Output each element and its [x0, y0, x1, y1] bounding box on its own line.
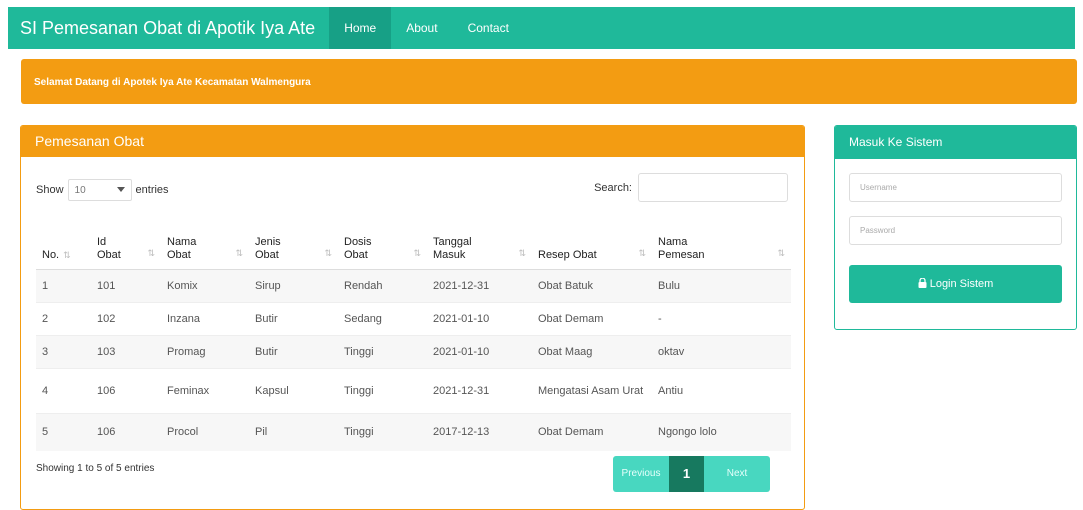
cell-resep-obat: Obat Demam: [532, 413, 652, 451]
cell-id-obat: 102: [91, 302, 161, 336]
nav-about[interactable]: About: [391, 7, 452, 49]
cell-tanggal-masuk: 2021-01-10: [427, 302, 532, 336]
sort-arrows-icon: ⇅: [413, 248, 421, 258]
cell-jenis-obat: Sirup: [249, 269, 338, 303]
navbar: SI Pemesanan Obat di Apotik Iya Ate Home…: [8, 7, 1075, 49]
cell-nama-pemesan: -: [652, 302, 791, 336]
cell-nama-pemesan: oktav: [652, 335, 791, 369]
sort-arrows-icon: ⇅: [777, 248, 785, 258]
cell-no: 5: [36, 413, 91, 451]
cell-nama-obat: Feminax: [161, 368, 249, 414]
cell-no: 4: [36, 368, 91, 414]
username-input[interactable]: Username: [849, 173, 1062, 202]
entries-label: entries: [135, 184, 169, 196]
cell-tanggal-masuk: 2021-12-31: [427, 269, 532, 303]
login-panel-title: Masuk Ke Sistem: [835, 126, 1076, 159]
table-row: 5 106 Procol Pil Tinggi 2017-12-13 Obat …: [36, 413, 791, 451]
cell-nama-pemesan: Ngongo lolo: [652, 413, 791, 451]
table-header-row: No. ⇅ Id Obat ⇅ Nama Obat ⇅ Jenis Obat ⇅ Dos…: [36, 214, 791, 270]
cell-nama-obat: Promag: [161, 335, 249, 369]
cell-resep-obat: Obat Demam: [532, 302, 652, 336]
orders-panel: Pemesanan Obat Show 10 entries Search: N…: [20, 125, 805, 510]
table-info: Showing 1 to 5 of 5 entries: [36, 463, 155, 474]
cell-nama-obat: Komix: [161, 269, 249, 303]
column-header-resep-obat[interactable]: Resep Obat ⇅: [532, 214, 652, 270]
pagination: Previous 1 Next: [613, 456, 770, 492]
column-header-tanggal-masuk[interactable]: Tanggal Masuk ⇅: [427, 214, 532, 270]
table-row: 1 101 Komix Sirup Rendah 2021-12-31 Obat…: [36, 269, 791, 303]
sort-arrows-icon: ⇅: [235, 248, 243, 258]
table-search: Search:: [594, 173, 788, 202]
cell-resep-obat: Obat Maag: [532, 335, 652, 369]
cell-jenis-obat: Butir: [249, 302, 338, 336]
cell-no: 3: [36, 335, 91, 369]
sort-arrows-icon: ⇅: [324, 248, 332, 258]
cell-dosis-obat: Tinggi: [338, 335, 427, 369]
orders-panel-title: Pemesanan Obat: [21, 126, 804, 157]
cell-dosis-obat: Tinggi: [338, 413, 427, 451]
pagination-next[interactable]: Next: [704, 456, 770, 492]
pagination-previous[interactable]: Previous: [613, 456, 669, 492]
lock-icon: [918, 276, 927, 291]
cell-dosis-obat: Rendah: [338, 269, 427, 303]
cell-nama-obat: Procol: [161, 413, 249, 451]
column-header-nama-pemesan[interactable]: Nama Pemesan ⇅: [652, 214, 791, 270]
column-header-id-obat[interactable]: Id Obat ⇅: [91, 214, 161, 270]
column-header-nama-obat[interactable]: Nama Obat ⇅: [161, 214, 249, 270]
sort-arrows-icon: ⇅: [63, 250, 71, 260]
show-label: Show: [36, 184, 64, 196]
sort-arrows-icon: ⇅: [518, 248, 526, 258]
cell-jenis-obat: Butir: [249, 335, 338, 369]
cell-dosis-obat: Sedang: [338, 302, 427, 336]
login-button-label: Login Sistem: [929, 278, 994, 290]
welcome-banner: Selamat Datang di Apotek Iya Ate Kecamat…: [21, 59, 1077, 104]
cell-no: 2: [36, 302, 91, 336]
column-header-no[interactable]: No. ⇅: [36, 214, 91, 270]
cell-id-obat: 101: [91, 269, 161, 303]
cell-jenis-obat: Kapsul: [249, 368, 338, 414]
cell-nama-obat: Inzana: [161, 302, 249, 336]
cell-dosis-obat: Tinggi: [338, 368, 427, 414]
cell-resep-obat: Mengatasi Asam Urat: [532, 368, 652, 414]
cell-tanggal-masuk: 2017-12-13: [427, 413, 532, 451]
password-input[interactable]: Password: [849, 216, 1062, 245]
cell-nama-pemesan: Antiu: [652, 368, 791, 414]
chevron-down-icon: [116, 185, 125, 196]
cell-nama-pemesan: Bulu: [652, 269, 791, 303]
search-input[interactable]: [638, 173, 788, 202]
entries-select[interactable]: 10: [67, 179, 132, 201]
column-header-dosis-obat[interactable]: Dosis Obat ⇅: [338, 214, 427, 270]
nav-home[interactable]: Home: [329, 7, 392, 49]
brand-title[interactable]: SI Pemesanan Obat di Apotik Iya Ate: [8, 18, 329, 39]
table-row: 4 106 Feminax Kapsul Tinggi 2021-12-31 M…: [36, 368, 791, 414]
cell-tanggal-masuk: 2021-12-31: [427, 368, 532, 414]
entries-select-value: 10: [74, 184, 86, 196]
cell-id-obat: 106: [91, 413, 161, 451]
cell-id-obat: 103: [91, 335, 161, 369]
entries-length-control: Show 10 entries: [36, 179, 169, 201]
sort-arrows-icon: ⇅: [147, 248, 155, 258]
column-header-jenis-obat[interactable]: Jenis Obat ⇅: [249, 214, 338, 270]
cell-tanggal-masuk: 2021-01-10: [427, 335, 532, 369]
pagination-page-1[interactable]: 1: [669, 456, 704, 492]
login-button[interactable]: Login Sistem: [849, 265, 1062, 303]
cell-jenis-obat: Pil: [249, 413, 338, 451]
cell-id-obat: 106: [91, 368, 161, 414]
table-row: 3 103 Promag Butir Tinggi 2021-01-10 Oba…: [36, 335, 791, 369]
orders-table: No. ⇅ Id Obat ⇅ Nama Obat ⇅ Jenis Obat ⇅ Dos…: [36, 214, 791, 451]
cell-resep-obat: Obat Batuk: [532, 269, 652, 303]
search-label: Search:: [594, 181, 632, 194]
table-row: 2 102 Inzana Butir Sedang 2021-01-10 Oba…: [36, 302, 791, 336]
sort-arrows-icon: ⇅: [638, 248, 646, 258]
nav-contact[interactable]: Contact: [453, 7, 524, 49]
login-panel: Masuk Ke Sistem Username Password Login …: [834, 125, 1077, 330]
cell-no: 1: [36, 269, 91, 303]
